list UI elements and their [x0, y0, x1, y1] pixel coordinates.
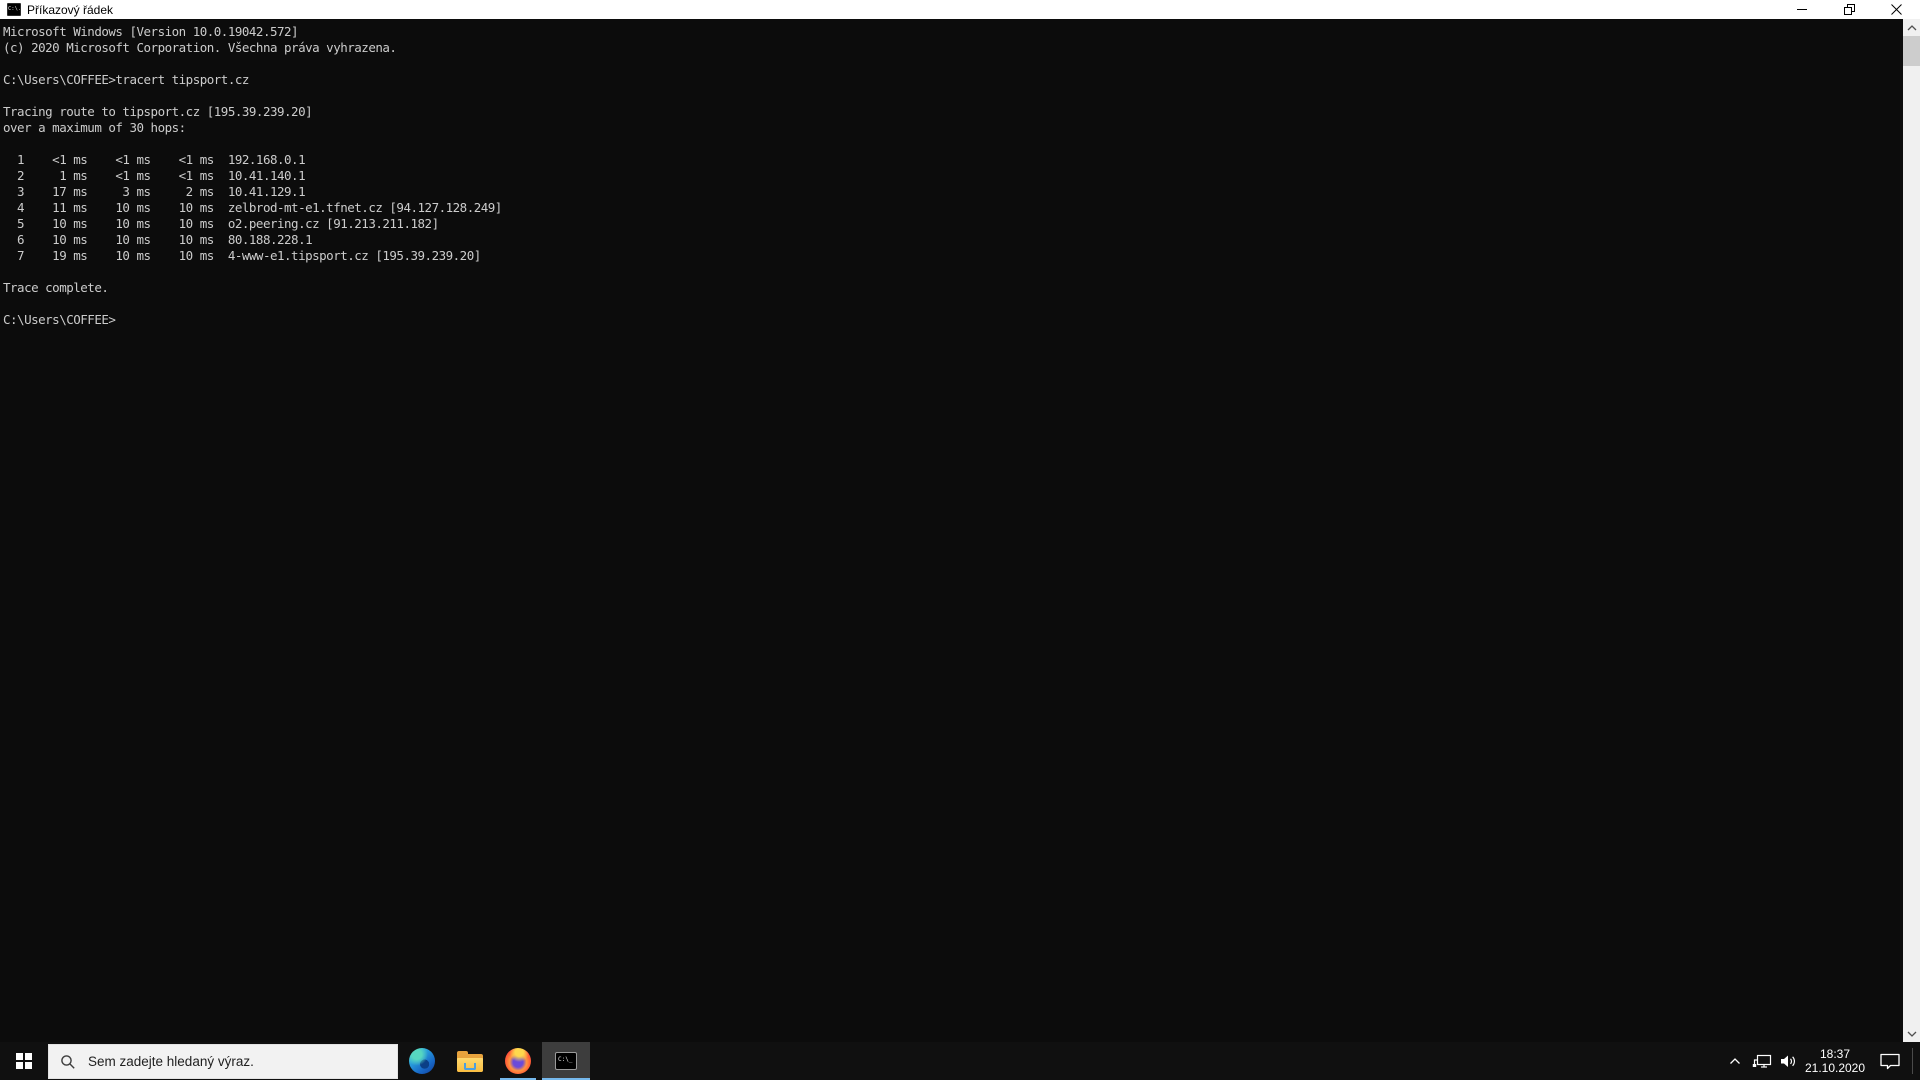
close-button[interactable] [1873, 0, 1920, 19]
search-icon [60, 1054, 76, 1070]
windows-logo-pane [25, 1053, 32, 1060]
chevron-up-icon [1730, 1058, 1740, 1064]
vertical-scrollbar[interactable] [1903, 19, 1920, 1042]
taskbar-app-edge[interactable] [398, 1042, 446, 1080]
taskbar-app-file-explorer[interactable] [446, 1042, 494, 1080]
console-output: Microsoft Windows [Version 10.0.19042.57… [3, 24, 502, 327]
folder-clip [464, 1062, 476, 1070]
command-prompt-icon: C:\_ [555, 1052, 577, 1070]
close-icon [1891, 4, 1902, 15]
ethernet-icon [1752, 1054, 1772, 1068]
windows-logo-pane [25, 1062, 32, 1069]
clock-time: 18:37 [1819, 1047, 1851, 1061]
scroll-up-button[interactable] [1903, 19, 1920, 36]
file-explorer-icon [457, 1050, 483, 1072]
system-tray: 18:37 21.10.2020 [1722, 1042, 1920, 1080]
chevron-up-icon [1907, 24, 1916, 30]
taskbar-app-command-prompt[interactable]: C:\_ [542, 1042, 590, 1080]
start-button[interactable] [0, 1042, 48, 1080]
window-titlebar[interactable]: C:\. Příkazový řádek [0, 0, 1920, 19]
show-desktop-button[interactable] [1912, 1048, 1920, 1074]
window-title: Příkazový řádek [27, 2, 114, 17]
edge-icon [409, 1048, 435, 1074]
taskbar-clock[interactable]: 18:37 21.10.2020 [1802, 1042, 1868, 1080]
taskbar-empty-area [590, 1042, 1722, 1080]
caption-buttons [1779, 0, 1920, 19]
action-center-button[interactable] [1868, 1042, 1912, 1080]
volume-button[interactable] [1776, 1042, 1802, 1080]
notification-icon [1880, 1053, 1900, 1069]
taskbar-app-firefox[interactable] [494, 1042, 542, 1080]
restore-icon [1843, 3, 1855, 15]
show-hidden-icons-button[interactable] [1722, 1042, 1748, 1080]
restore-button[interactable] [1826, 0, 1873, 19]
search-placeholder: Sem zadejte hledaný výraz. [88, 1054, 254, 1069]
taskbar: Sem zadejte hledaný výraz. C:\_ 18:37 21… [0, 1042, 1920, 1080]
chevron-down-icon [1907, 1031, 1916, 1037]
windows-logo-pane [16, 1053, 23, 1060]
network-status-button[interactable] [1748, 1042, 1776, 1080]
minimize-button[interactable] [1779, 0, 1826, 19]
taskbar-search-input[interactable]: Sem zadejte hledaný výraz. [48, 1044, 398, 1079]
console-window[interactable]: Microsoft Windows [Version 10.0.19042.57… [0, 19, 1920, 1042]
windows-logo-icon [16, 1053, 32, 1069]
scroll-down-button[interactable] [1903, 1025, 1920, 1042]
speaker-icon [1781, 1055, 1795, 1067]
firefox-icon [505, 1048, 531, 1074]
minimize-icon [1797, 9, 1807, 10]
windows-logo-pane [16, 1062, 23, 1069]
cmd-app-icon: C:\. [7, 3, 21, 16]
scrollbar-thumb[interactable] [1903, 36, 1920, 66]
clock-date: 21.10.2020 [1804, 1061, 1866, 1075]
